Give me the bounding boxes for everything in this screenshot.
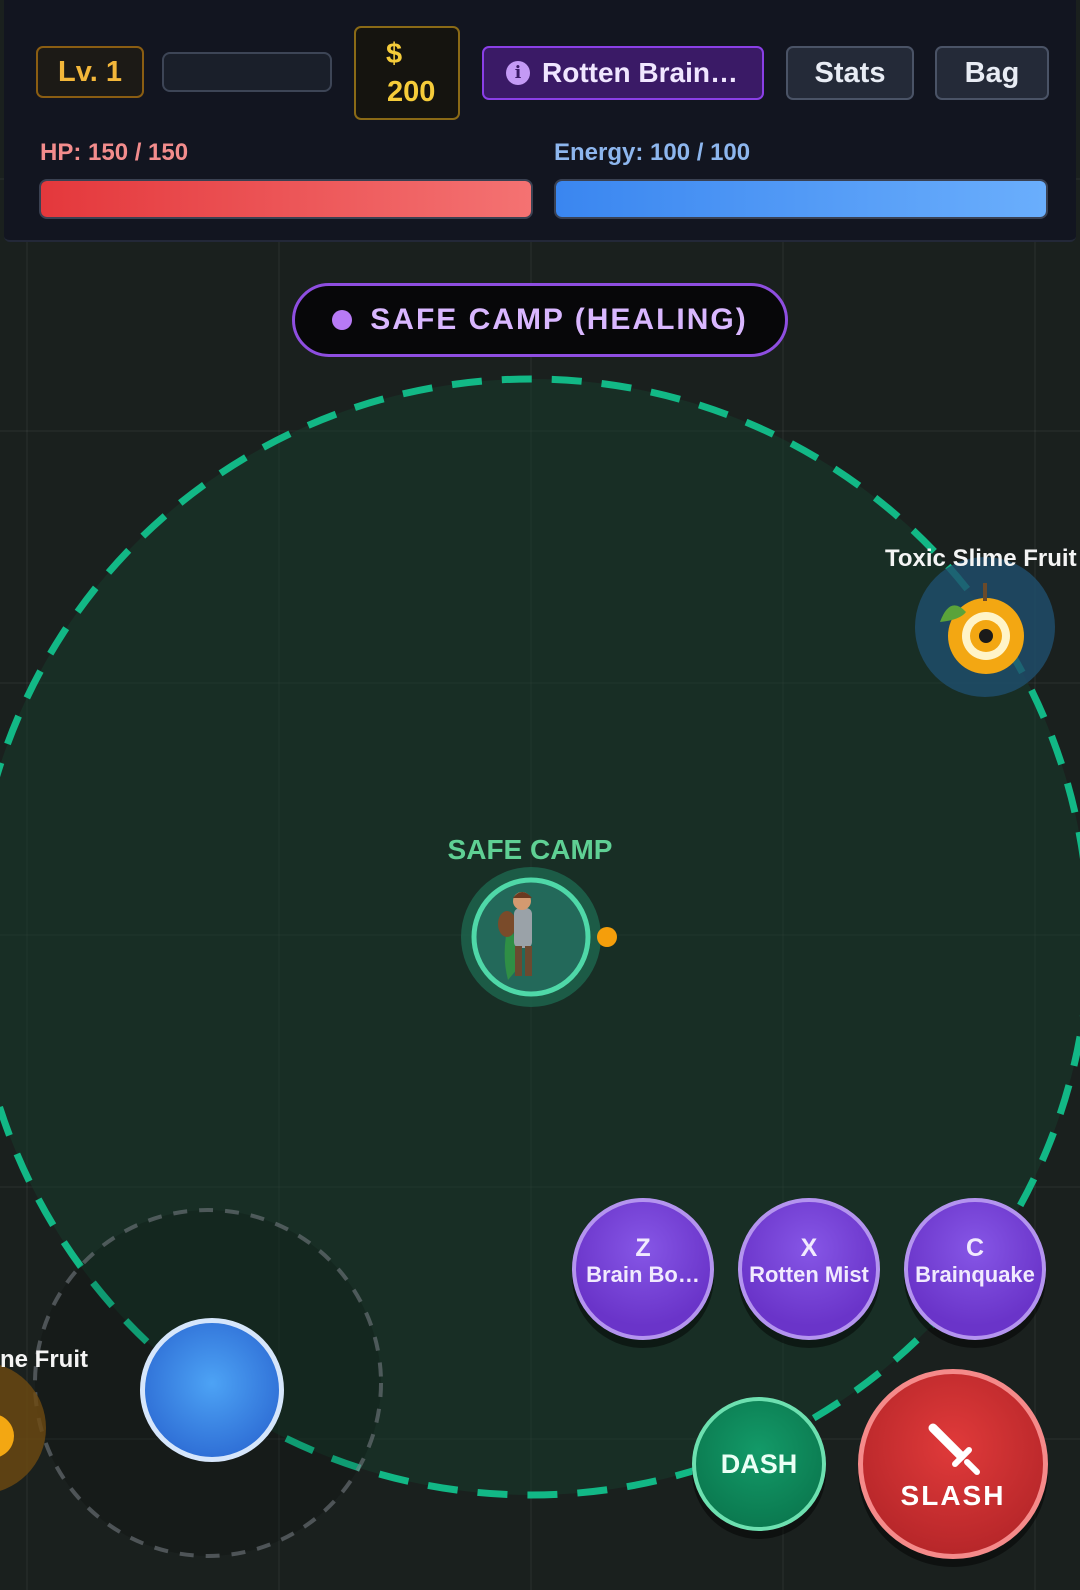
energy-label: Energy: 100 / 100 (554, 139, 751, 166)
active-skill-button[interactable]: i Rotten Brain… (482, 46, 764, 100)
ability-key-z: Z (635, 1234, 651, 1262)
currency-amount: 200 (387, 76, 436, 108)
safe-camp-label: SAFE CAMP (447, 834, 613, 865)
top-hud: Lv. 1 $ 200 i Rotten Brain… Stats Bag HP… (4, 0, 1076, 242)
ability-button-z[interactable]: Z Brain Bo… (572, 1198, 714, 1340)
ability-button-c[interactable]: C Brainquake (904, 1198, 1046, 1340)
energy-bar (554, 179, 1048, 219)
joystick-knob[interactable] (140, 1318, 284, 1462)
currency-symbol: $ (386, 38, 403, 70)
hp-bar (39, 179, 533, 219)
enemy-label-edge-fruit: ne Fruit (0, 1346, 88, 1373)
active-skill-label: Rotten Brain… (542, 57, 738, 88)
currency-display: $ 200 (354, 26, 460, 120)
energy-bar-fill (556, 181, 1046, 217)
game-stage[interactable]: Lv. 1 $ 200 i Rotten Brain… Stats Bag HP… (0, 0, 1080, 1590)
ability-button-x[interactable]: X Rotten Mist (738, 1198, 880, 1340)
player-character (461, 867, 601, 1007)
ability-name-x: Rotten Mist (749, 1262, 869, 1287)
hp-bar-fill (41, 181, 531, 217)
facing-indicator (597, 927, 617, 947)
zone-status-dot (332, 310, 353, 330)
slash-button[interactable]: SLASH (858, 1369, 1048, 1559)
stats-button[interactable]: Stats (786, 46, 914, 100)
level-badge: Lv. 1 (36, 46, 144, 98)
toxic-slime-fruit-enemy (915, 557, 1055, 697)
enemy-label-toxic-slime-fruit: Toxic Slime Fruit (885, 545, 1077, 572)
ability-name-z: Brain Bo… (586, 1262, 700, 1287)
dash-button[interactable]: DASH (692, 1397, 826, 1531)
zone-banner: SAFE CAMP (HEALING) (292, 283, 788, 357)
ability-key-c: C (965, 1234, 985, 1262)
xp-bar (162, 52, 332, 92)
ability-key-x: X (800, 1234, 818, 1262)
info-icon: i (506, 61, 530, 85)
zone-banner-label: SAFE CAMP (HEALING) (370, 303, 748, 336)
ability-name-c: Brainquake (915, 1262, 1035, 1287)
bag-button[interactable]: Bag (935, 46, 1049, 100)
hp-label: HP: 150 / 150 (40, 139, 189, 166)
slash-label: SLASH (900, 1480, 1006, 1511)
sword-icon (928, 1423, 980, 1475)
